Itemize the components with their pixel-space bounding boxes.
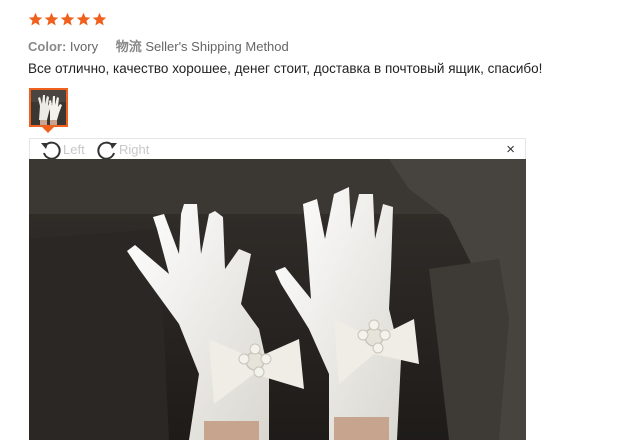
star-icon [28, 12, 43, 26]
review-item: Color: Ivory 物流 Seller's Shipping Method… [0, 0, 620, 440]
star-icon [76, 12, 91, 26]
shipping-value: Seller's Shipping Method [145, 39, 289, 54]
color-label: Color: [28, 39, 67, 54]
rotate-left-label: Left [63, 142, 85, 157]
review-attributes: Color: Ivory 物流 Seller's Shipping Method [28, 36, 303, 55]
rotate-right-icon [96, 140, 119, 160]
shipping-label: 物流 [115, 39, 142, 54]
color-value: Ivory [69, 39, 99, 54]
thumbnail-selected-indicator [42, 127, 54, 133]
review-text: Все отлично, качество хорошее, денег сто… [28, 61, 543, 76]
close-viewer-button[interactable]: × [506, 141, 515, 158]
star-icon [44, 12, 59, 26]
rotate-left-icon [40, 140, 63, 160]
image-viewer-toolbar: Left Right × [29, 138, 526, 160]
rotate-left-button[interactable]: Left [40, 139, 85, 160]
rotate-right-button[interactable]: Right [96, 139, 149, 160]
rotate-right-label: Right [119, 142, 150, 157]
star-icon [92, 12, 107, 26]
star-rating [28, 12, 107, 27]
photo-thumbnail[interactable] [29, 88, 68, 127]
star-icon [60, 12, 75, 26]
review-photo [29, 159, 526, 440]
